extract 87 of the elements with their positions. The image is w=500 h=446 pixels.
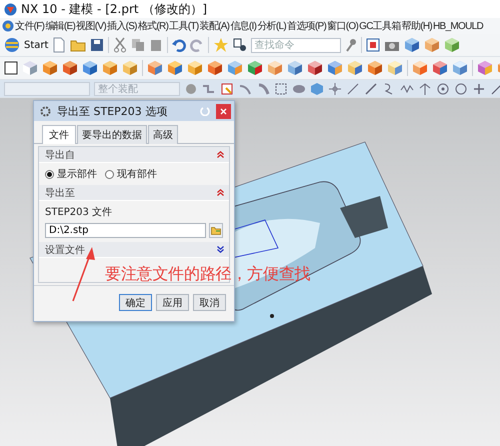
start-button[interactable]: Start: [24, 40, 48, 50]
menu-item[interactable]: 装配(A): [199, 19, 230, 33]
plus-icon[interactable]: [472, 82, 486, 96]
section-header: 导出至: [45, 186, 75, 200]
app-menu-icon[interactable]: [2, 20, 14, 32]
search-field[interactable]: 查找命令: [251, 38, 342, 52]
menu-item[interactable]: 格式(R): [138, 19, 168, 33]
collapse-chevrons-icon[interactable]: [217, 189, 224, 196]
cube-icon[interactable]: [42, 60, 58, 76]
line-icon[interactable]: [346, 82, 360, 96]
cube-icon[interactable]: [412, 60, 428, 76]
app-icon: [4, 2, 17, 16]
circle-icon[interactable]: [454, 82, 468, 96]
window-title: NX 10 - 建模 - [2.prt （修改的）]: [21, 0, 208, 18]
file-path-field[interactable]: D:\2.stp: [45, 223, 206, 238]
undo-icon[interactable]: [172, 38, 186, 52]
dialog-title: 导出至 STEP203 选项: [57, 104, 168, 118]
radio-label: 显示部件: [57, 168, 97, 181]
paste-icon[interactable]: [149, 38, 164, 52]
select-box-icon[interactable]: [220, 82, 234, 96]
cube-icon[interactable]: [444, 37, 460, 53]
target-icon[interactable]: [436, 82, 450, 96]
dialog-button[interactable]: 应用: [156, 294, 189, 311]
expand-chevrons-icon[interactable]: [217, 246, 224, 253]
dialog-button[interactable]: 取消: [193, 294, 226, 311]
menu-item[interactable]: 文件(F): [15, 19, 44, 33]
key-icon[interactable]: [345, 38, 358, 52]
cube-icon[interactable]: [307, 60, 323, 76]
menu-item[interactable]: 窗口(O): [327, 19, 358, 33]
cube-icon[interactable]: [327, 60, 343, 76]
cube-icon[interactable]: [62, 60, 78, 76]
line-icon[interactable]: [364, 82, 378, 96]
cube-icon[interactable]: [477, 60, 493, 76]
menu-item[interactable]: 视图(V): [76, 19, 106, 33]
section-header: 设置文件: [45, 244, 85, 256]
menu-item[interactable]: 插入(S): [106, 19, 137, 33]
save-icon[interactable]: [90, 38, 104, 52]
menu-item[interactable]: 编辑(E): [45, 19, 76, 33]
dialog-button[interactable]: 确定: [119, 294, 152, 311]
annotation-text: 要注意文件的路径，方便查找: [105, 264, 310, 285]
field-label: STEP203 文件: [45, 206, 114, 219]
cube-icon[interactable]: [347, 60, 363, 76]
crosshair-icon[interactable]: [328, 82, 342, 96]
menu-item[interactable]: GC工具箱: [359, 19, 401, 33]
radio-button[interactable]: [105, 170, 114, 178]
new-file-icon[interactable]: [52, 37, 66, 53]
menu-item[interactable]: HB_MOULD: [433, 20, 483, 32]
cube-icon[interactable]: [387, 60, 403, 76]
redo-icon[interactable]: [190, 38, 204, 52]
copy-icon[interactable]: [131, 38, 146, 52]
menu-item[interactable]: 帮助(H): [402, 19, 432, 33]
tab[interactable]: 高级: [148, 125, 178, 144]
close-button[interactable]: [216, 104, 231, 118]
cube-icon[interactable]: [367, 60, 383, 76]
collapse-chevrons-icon[interactable]: [217, 151, 224, 158]
radio-label: 现有部件: [117, 168, 157, 181]
cube-icon[interactable]: [452, 60, 468, 76]
rectangle-icon[interactable]: [4, 61, 18, 75]
cube-icon[interactable]: [102, 60, 118, 76]
gear-icon: [40, 106, 51, 116]
cube-icon[interactable]: [432, 60, 448, 76]
dashed-selection-icon[interactable]: [274, 82, 288, 96]
globe-icon[interactable]: [4, 37, 20, 53]
bend-icon[interactable]: [256, 82, 270, 96]
scissors-icon[interactable]: [113, 37, 128, 53]
close-icon: [220, 108, 227, 114]
menu-item[interactable]: 工具(T): [169, 19, 198, 33]
cube-icon[interactable]: [147, 60, 163, 76]
section-header: 导出自: [45, 148, 75, 162]
cube-icon[interactable]: [167, 60, 183, 76]
cube-icon[interactable]: [82, 60, 98, 76]
cube-icon[interactable]: [404, 37, 420, 53]
cube-icon[interactable]: [207, 60, 223, 76]
arrow-up-icon[interactable]: [418, 82, 432, 96]
tab[interactable]: 要导出的数据: [77, 125, 147, 144]
cube-icon[interactable]: [287, 60, 303, 76]
menu-item[interactable]: 信息(I): [230, 19, 256, 33]
radio-button[interactable]: [45, 170, 54, 178]
folder-icon: [211, 226, 221, 235]
menu-item[interactable]: 首选项(P): [287, 19, 326, 33]
cube-icon[interactable]: [122, 60, 138, 76]
fit-view-icon[interactable]: [366, 38, 380, 52]
cube-icon[interactable]: [247, 60, 263, 76]
star-icon[interactable]: [213, 37, 230, 53]
browse-button[interactable]: [209, 223, 223, 238]
menu-item[interactable]: 分析(L): [257, 19, 286, 33]
tab[interactable]: 文件: [42, 125, 76, 144]
